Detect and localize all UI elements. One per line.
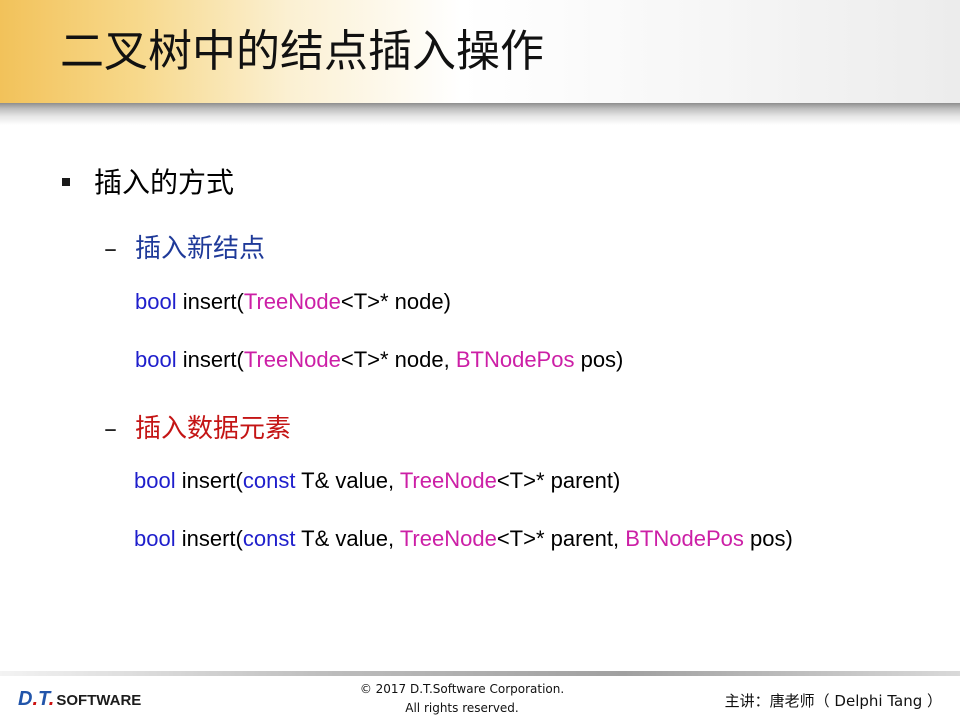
code-text: <T>* parent, bbox=[496, 526, 626, 551]
code-keyword: const bbox=[242, 526, 296, 551]
code-text: <T>* parent) bbox=[496, 468, 621, 493]
code-text: <T>* node) bbox=[340, 289, 451, 314]
code-text: <T>* node, bbox=[340, 347, 456, 372]
code-keyword: bool bbox=[134, 468, 176, 493]
copyright-line: © 2017 D.T.Software Corporation. bbox=[359, 682, 565, 696]
code-text: T& value, bbox=[295, 526, 400, 551]
code-keyword: bool bbox=[134, 526, 176, 551]
code-line: bool insert(TreeNode<T>* node, BTNodePos… bbox=[135, 345, 623, 375]
bullet-square-icon bbox=[62, 178, 70, 186]
code-type: TreeNode bbox=[399, 526, 497, 551]
subheading-insert-node: 插入新结点 bbox=[135, 234, 266, 264]
code-text: T& value, bbox=[295, 468, 400, 493]
slide-title: 二叉树中的结点插入操作 bbox=[60, 26, 544, 77]
code-keyword: bool bbox=[135, 289, 177, 314]
code-keyword: const bbox=[242, 468, 296, 493]
bullet-insert-modes: 插入的方式 bbox=[94, 166, 235, 199]
copyright-line: All rights reserved. bbox=[405, 701, 519, 715]
code-type: TreeNode bbox=[399, 468, 497, 493]
dash-marker: – bbox=[104, 414, 117, 444]
speaker-credit: 主讲：唐老师（ Delphi Tang ） bbox=[724, 692, 942, 710]
dt-software-logo: D.T. SOFTWARE bbox=[18, 688, 142, 710]
title-bar-shadow bbox=[0, 103, 960, 125]
dash-marker: – bbox=[104, 234, 117, 264]
code-text: insert( bbox=[175, 526, 243, 551]
footer-divider bbox=[0, 671, 960, 676]
subheading-insert-value: 插入数据元素 bbox=[135, 414, 292, 444]
code-type: TreeNode bbox=[243, 347, 341, 372]
code-type: BTNodePos bbox=[625, 526, 744, 551]
code-text: insert( bbox=[176, 347, 244, 372]
code-keyword: bool bbox=[135, 347, 177, 372]
code-type: TreeNode bbox=[243, 289, 341, 314]
code-line: bool insert(const T& value, TreeNode<T>*… bbox=[134, 524, 793, 554]
code-text: insert( bbox=[175, 468, 243, 493]
code-text: pos) bbox=[743, 526, 793, 551]
code-line: bool insert(TreeNode<T>* node) bbox=[135, 287, 451, 317]
code-type: BTNodePos bbox=[455, 347, 575, 372]
code-text: pos) bbox=[574, 347, 624, 372]
code-line: bool insert(const T& value, TreeNode<T>*… bbox=[134, 466, 620, 496]
code-text: insert( bbox=[176, 289, 244, 314]
